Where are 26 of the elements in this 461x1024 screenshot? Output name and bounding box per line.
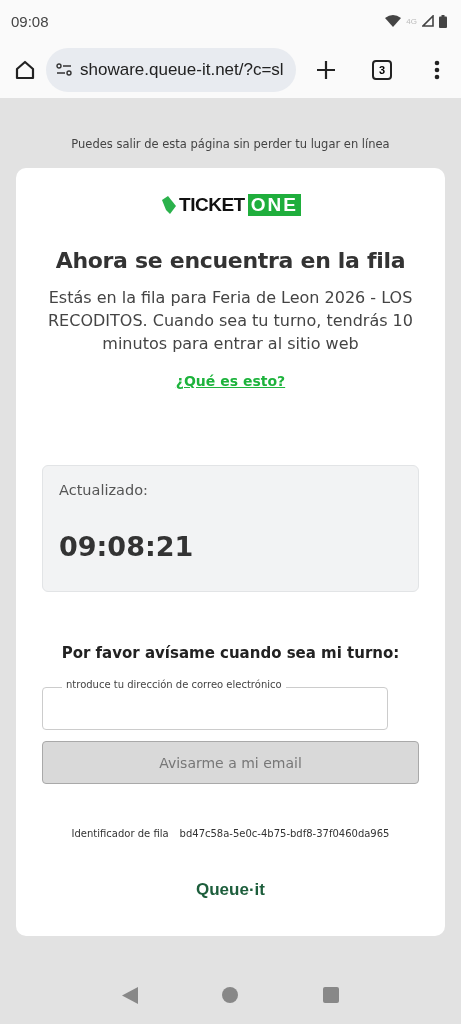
battery-icon bbox=[439, 14, 447, 28]
notify-heading: Por favor avísame cuando sea mi turno: bbox=[61, 644, 400, 662]
wifi-icon bbox=[385, 15, 402, 27]
queue-id: bd47c58a-5e0c-4b75-bdf8-37f0460da965 bbox=[179, 828, 390, 839]
new-tab-icon[interactable] bbox=[316, 60, 336, 80]
field-label: ntroduce tu dirección de correo electrónico bbox=[62, 679, 286, 690]
queue-message: Estás en la fila para Feria de Leon 2026 - LOS RECODITOS. Cuando sea tu turno, tendrás 10 minutos para entrar al sitio web bbox=[47, 287, 414, 355]
address-bar[interactable]: showare.queue-it.net/?c=sl bbox=[46, 48, 296, 92]
queue-it-logo: Queue·it bbox=[196, 880, 265, 900]
updated-label: Actualizado: bbox=[59, 482, 149, 498]
home-icon[interactable] bbox=[14, 59, 36, 81]
clock: 09:08 bbox=[11, 12, 49, 30]
back-icon[interactable] bbox=[122, 986, 139, 1004]
queue-id-label: Identificador de fila bbox=[71, 828, 169, 839]
signal-icon bbox=[422, 15, 434, 27]
ticket-icon bbox=[160, 196, 177, 214]
home-button-icon[interactable] bbox=[222, 987, 239, 1003]
recents-icon[interactable] bbox=[322, 987, 339, 1003]
updated-time: 09:08:21 bbox=[59, 531, 195, 562]
heading: Ahora se encuentra en la fila bbox=[55, 248, 406, 273]
menu-icon[interactable] bbox=[434, 60, 440, 80]
notice-text: Puedes salir de esta página sin perder tu lugar en línea bbox=[70, 136, 391, 153]
tab-count-button[interactable]: 3 bbox=[372, 60, 392, 80]
site-settings-icon[interactable] bbox=[56, 63, 72, 77]
logo: TICKET ONE bbox=[160, 192, 301, 218]
email-field[interactable]: ntroduce tu dirección de correo electrónico bbox=[42, 679, 388, 730]
